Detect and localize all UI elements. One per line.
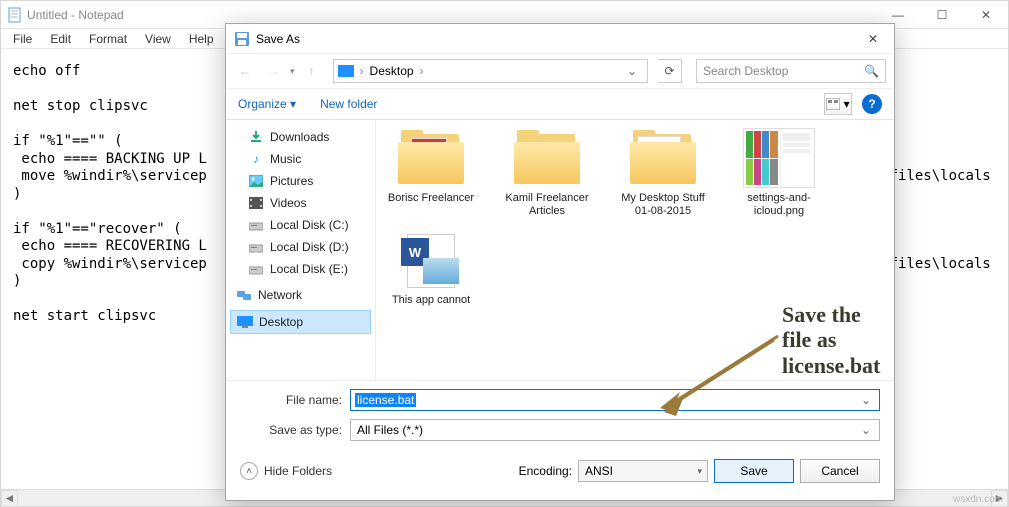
savetype-select[interactable]: All Files (*.*) ⌄ <box>350 419 880 441</box>
music-icon: ♪ <box>248 151 264 167</box>
address-bar[interactable]: › Desktop › ⌄ <box>333 59 648 83</box>
save-fields: File name: license.bat ⌄ Save as type: A… <box>226 380 894 441</box>
tree-pictures[interactable]: Pictures <box>230 170 371 192</box>
view-options-button[interactable]: ▾ <box>824 93 852 115</box>
document-item[interactable]: W This app cannot <box>384 230 478 307</box>
close-button[interactable]: ✕ <box>964 1 1008 29</box>
tree-music[interactable]: ♪Music <box>230 148 371 170</box>
filename-label: File name: <box>240 393 350 407</box>
folder-item[interactable]: Borisc Freelancer <box>384 128 478 218</box>
chevron-down-icon[interactable]: ⌄ <box>857 393 875 407</box>
folder-item[interactable]: My Desktop Stuff 01-08-2015 <box>616 128 710 218</box>
filename-value: license.bat <box>355 393 416 407</box>
up-button[interactable]: ↑ <box>301 60 323 82</box>
watermark: wsxdn.com <box>953 494 1003 505</box>
save-icon <box>234 31 250 47</box>
maximize-button[interactable]: ☐ <box>920 1 964 29</box>
chevron-up-icon: ˄ <box>240 462 258 480</box>
new-folder-button[interactable]: New folder <box>320 97 377 111</box>
scroll-left-icon[interactable]: ◄ <box>1 490 18 507</box>
tree-network[interactable]: Network <box>230 284 371 306</box>
dialog-footer: ˄ Hide Folders Encoding: ANSI ▾ Save Can… <box>226 449 894 493</box>
chevron-right-icon: › <box>418 64 426 78</box>
menu-view[interactable]: View <box>137 30 179 48</box>
encoding-label: Encoding: <box>519 464 572 478</box>
dialog-title: Save As <box>256 32 300 46</box>
toolbar: Organize ▾ New folder ▾ ? <box>226 88 894 120</box>
desktop-icon <box>338 65 354 77</box>
search-placeholder: Search Desktop <box>703 64 788 78</box>
hide-folders-button[interactable]: ˄ Hide Folders <box>240 462 332 480</box>
disk-icon <box>248 261 264 277</box>
tree-disk-d[interactable]: Local Disk (D:) <box>230 236 371 258</box>
disk-icon <box>248 217 264 233</box>
cancel-button[interactable]: Cancel <box>800 459 880 483</box>
refresh-button[interactable]: ⟳ <box>658 59 682 83</box>
search-icon: 🔍 <box>864 64 879 78</box>
download-icon <box>248 129 264 145</box>
help-button[interactable]: ? <box>862 94 882 114</box>
menu-help[interactable]: Help <box>181 30 222 48</box>
breadcrumb-desktop[interactable]: Desktop <box>366 62 418 80</box>
videos-icon <box>248 195 264 211</box>
search-input[interactable]: Search Desktop 🔍 <box>696 59 886 83</box>
tree-disk-c[interactable]: Local Disk (C:) <box>230 214 371 236</box>
tree-downloads[interactable]: Downloads <box>230 126 371 148</box>
window-title: Untitled - Notepad <box>27 8 124 22</box>
save-as-dialog: Save As ✕ ← → ▾ ↑ › Desktop › ⌄ ⟳ Search… <box>225 23 895 501</box>
save-button[interactable]: Save <box>714 459 794 483</box>
tree-videos[interactable]: Videos <box>230 192 371 214</box>
nav-tree: Downloads ♪Music Pictures Videos Local D… <box>226 120 376 380</box>
network-icon <box>236 287 252 303</box>
folder-item[interactable]: Kamil Freelancer Articles <box>500 128 594 218</box>
tree-disk-e[interactable]: Local Disk (E:) <box>230 258 371 280</box>
notepad-icon <box>7 7 23 23</box>
menu-file[interactable]: File <box>5 30 40 48</box>
chevron-down-icon[interactable]: ⌄ <box>857 423 875 437</box>
pictures-icon <box>248 173 264 189</box>
savetype-label: Save as type: <box>240 423 350 437</box>
nav-row: ← → ▾ ↑ › Desktop › ⌄ ⟳ Search Desktop 🔍 <box>226 54 894 88</box>
breadcrumb-dropdown[interactable]: ⌄ <box>621 64 643 78</box>
savetype-value: All Files (*.*) <box>355 423 425 437</box>
disk-icon <box>248 239 264 255</box>
organize-button[interactable]: Organize ▾ <box>238 97 296 111</box>
forward-button[interactable]: → <box>262 60 284 82</box>
menu-edit[interactable]: Edit <box>42 30 79 48</box>
chevron-right-icon: › <box>358 64 366 78</box>
dialog-titlebar: Save As ✕ <box>226 24 894 54</box>
chevron-down-icon: ▾ <box>697 466 702 477</box>
image-item[interactable]: settings-and-icloud.png <box>732 128 826 218</box>
dialog-close-button[interactable]: ✕ <box>852 24 894 54</box>
menu-format[interactable]: Format <box>81 30 135 48</box>
annotation-text: Save the file aslicense.bat <box>782 302 894 378</box>
encoding-select[interactable]: ANSI ▾ <box>578 460 708 482</box>
filename-input[interactable]: license.bat ⌄ <box>350 389 880 411</box>
back-button[interactable]: ← <box>234 60 256 82</box>
desktop-icon <box>237 314 253 330</box>
tree-desktop[interactable]: Desktop <box>230 310 371 334</box>
history-dropdown[interactable]: ▾ <box>290 66 295 77</box>
